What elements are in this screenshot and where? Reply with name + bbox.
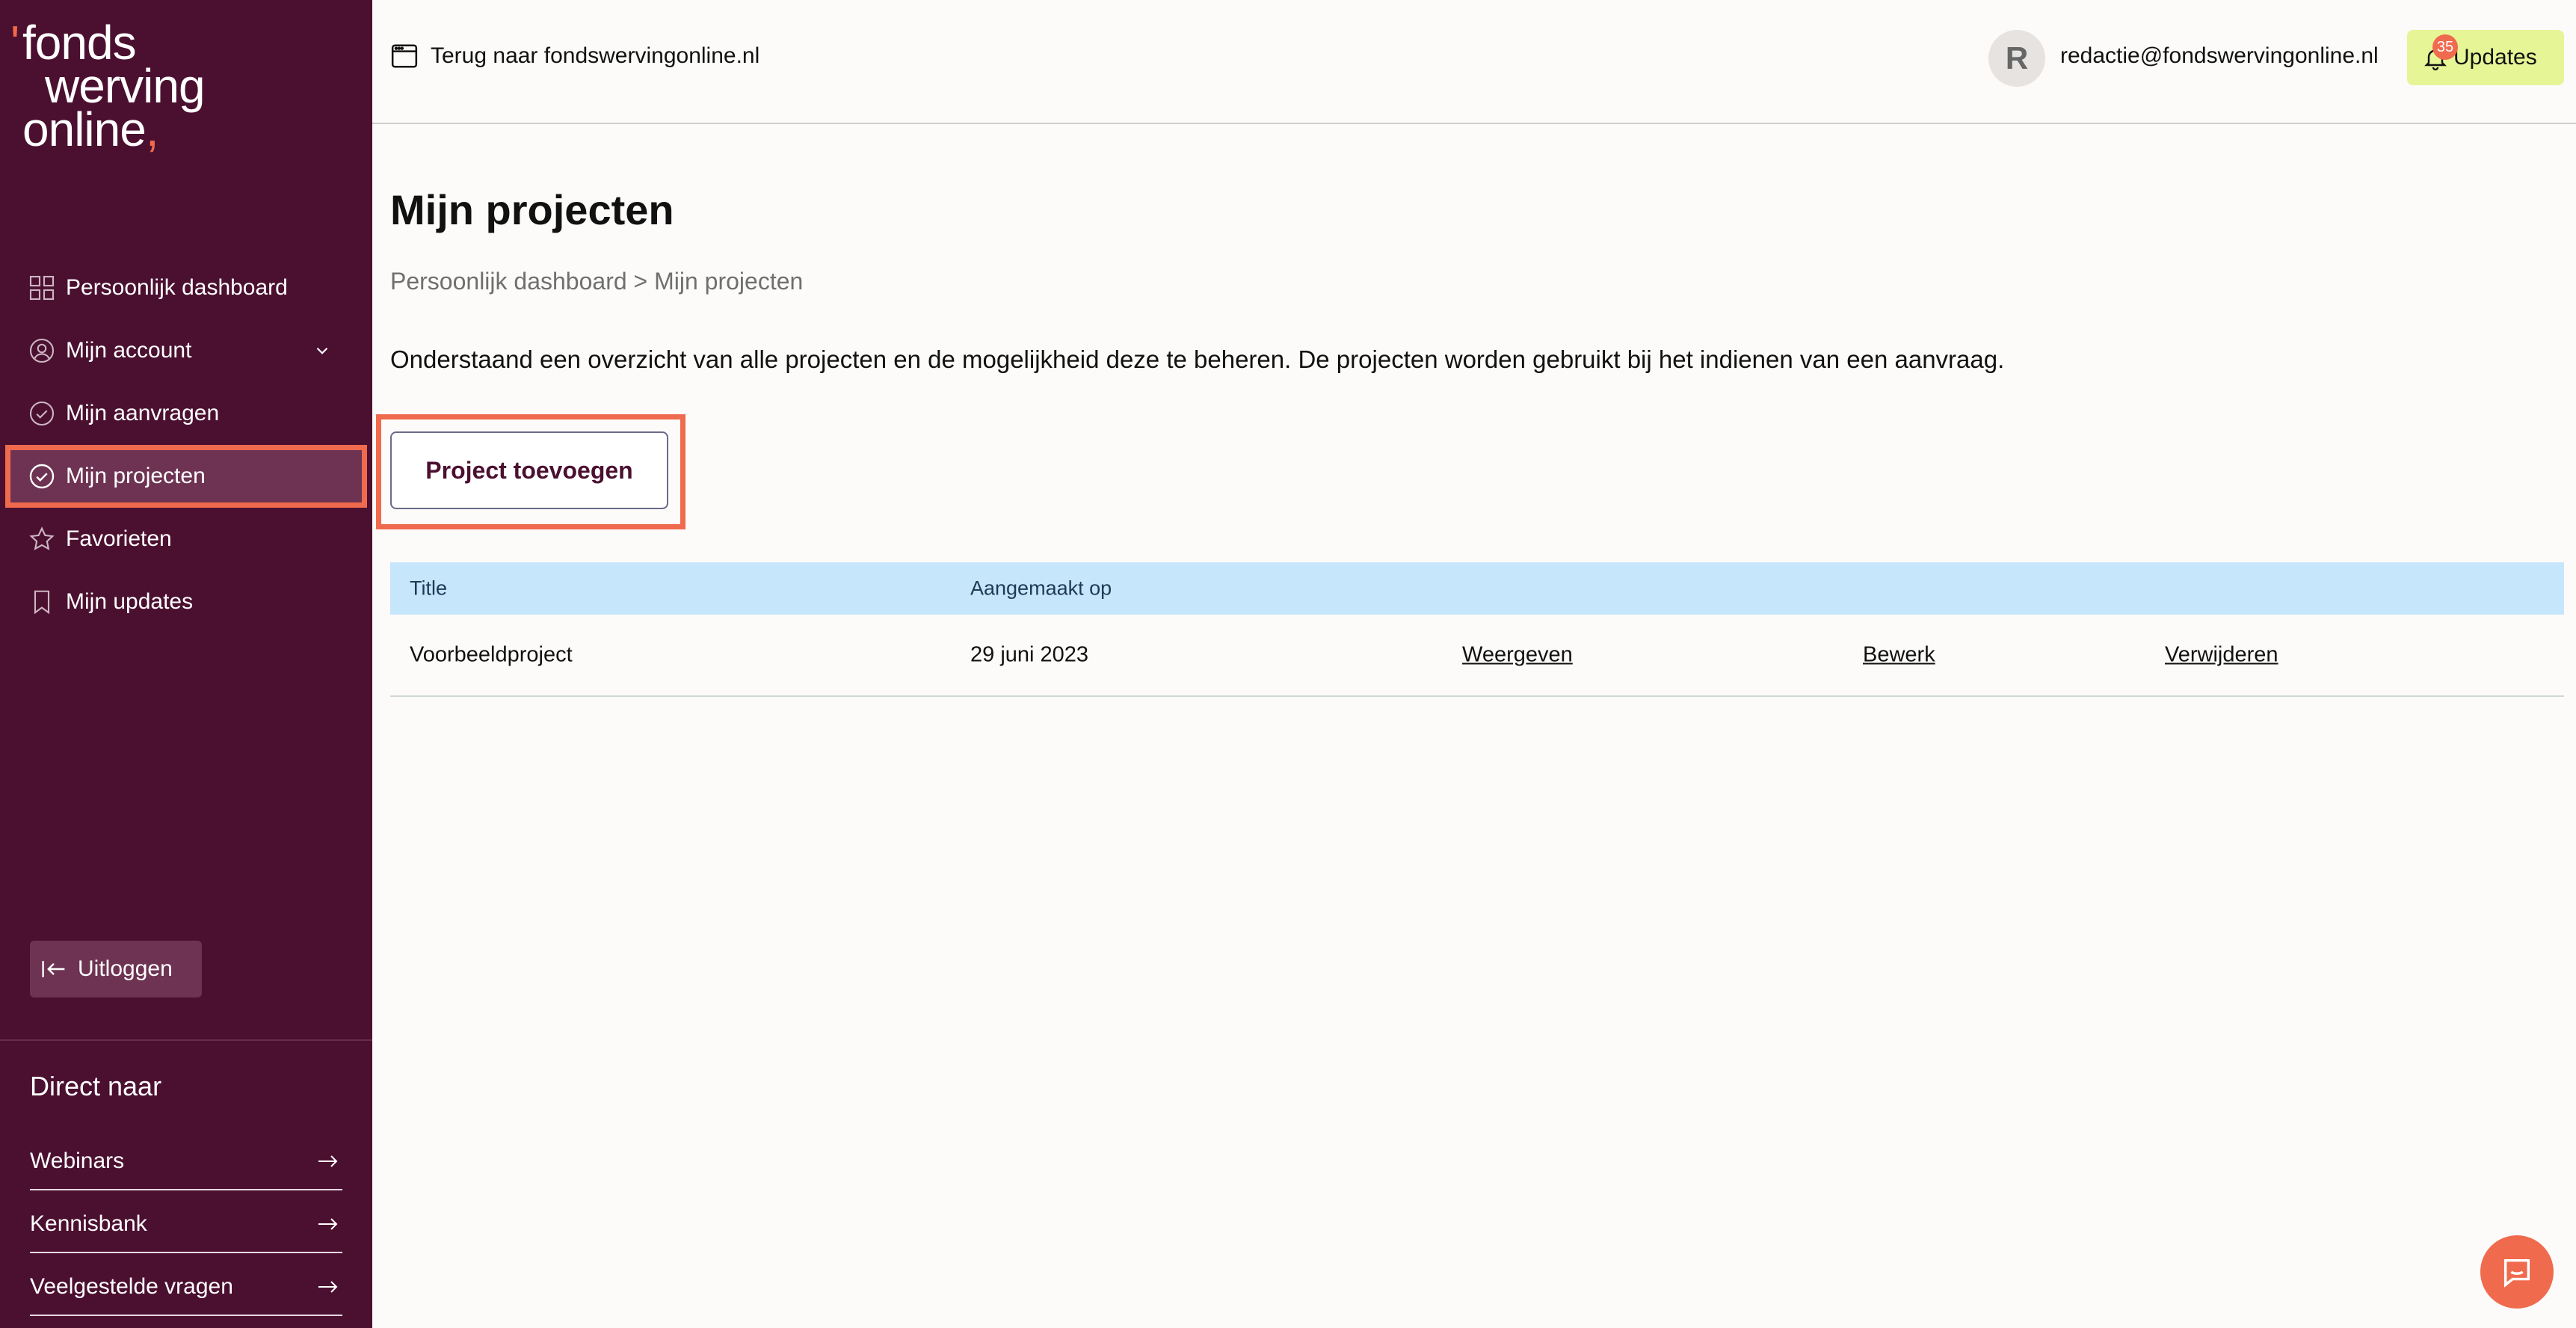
sidebar-item-label: Mijn aanvragen: [66, 401, 220, 425]
back-link[interactable]: Terug naar fondswervingonline.nl: [390, 42, 759, 70]
view-link[interactable]: Weergeven: [1462, 643, 1573, 668]
direct-link-webinars[interactable]: Webinars: [30, 1128, 342, 1190]
arrow-right-icon: [318, 1218, 338, 1230]
sidebar-item-mijn-projecten[interactable]: Mijn projecten: [5, 445, 367, 508]
sidebar-item-label: Persoonlijk dashboard: [66, 275, 288, 300]
direct-link-label: Veelgestelde vragen: [30, 1274, 233, 1299]
brand-logo[interactable]: ' fonds werving online,: [10, 16, 206, 156]
arrow-right-icon: [318, 1155, 338, 1167]
column-header-title: Title: [410, 577, 448, 600]
project-title: Voorbeeldproject: [410, 642, 573, 667]
edit-link[interactable]: Bewerk: [1863, 643, 1935, 668]
direct-link-label: Webinars: [30, 1149, 125, 1173]
projects-table: Title Aangemaakt op Voorbeeldproject 29 …: [390, 562, 2564, 697]
table-header: Title Aangemaakt op: [390, 562, 2564, 615]
sidebar-item-persoonlijk-dashboard[interactable]: Persoonlijk dashboard: [10, 262, 362, 314]
project-date: 29 juni 2023: [970, 642, 1089, 667]
updates-badge: 35: [2432, 34, 2458, 60]
sidebar-divider: [0, 1039, 372, 1041]
sidebar-item-mijn-account[interactable]: Mijn account: [10, 325, 362, 377]
page-title: Mijn projecten: [390, 186, 674, 233]
updates-label: Updates: [2453, 45, 2537, 70]
direct-title: Direct naar: [30, 1071, 162, 1101]
logout-button[interactable]: Uitloggen: [30, 941, 202, 997]
chat-icon: [2503, 1258, 2530, 1288]
sidebar-item-label: Mijn projecten: [66, 464, 206, 488]
updates-button[interactable]: 35 Updates: [2407, 30, 2564, 85]
user-email[interactable]: redactie@fondswervingonline.nl: [2060, 43, 2379, 69]
breadcrumb: Persoonlijk dashboard > Mijn projecten: [390, 268, 804, 295]
chat-button[interactable]: [2480, 1235, 2554, 1309]
check-circle-icon: [28, 463, 55, 490]
arrow-right-icon: [318, 1281, 338, 1293]
delete-link[interactable]: Verwijderen: [2165, 643, 2278, 668]
table-row: Voorbeeldproject 29 juni 2023 Weergeven …: [390, 615, 2564, 697]
browser-window-icon: [391, 44, 418, 68]
sidebar-item-mijn-aanvragen[interactable]: Mijn aanvragen: [10, 387, 362, 440]
back-link-label: Terug naar fondswervingonline.nl: [431, 43, 760, 68]
sidebar-nav: Persoonlijk dashboard Mijn account Mijn …: [5, 262, 367, 639]
direct-link-kennisbank[interactable]: Kennisbank: [30, 1190, 342, 1253]
logo-apostrophe: ': [10, 16, 19, 70]
intro-text: Onderstaand een overzicht van alle proje…: [390, 345, 2005, 373]
sidebar: ' fonds werving online, Persoonlijk dash…: [0, 0, 372, 1328]
logo-line-1: fonds: [22, 16, 137, 70]
column-header-created: Aangemaakt op: [970, 577, 1112, 600]
direct-link-veelgestelde-vragen[interactable]: Veelgestelde vragen: [30, 1253, 342, 1316]
user-circle-icon: [28, 337, 55, 364]
logo-line-2: werving: [45, 59, 206, 113]
add-project-button[interactable]: Project toevoegen: [390, 431, 668, 509]
sidebar-item-favorieten[interactable]: Favorieten: [10, 513, 362, 565]
logout-icon: [42, 961, 65, 977]
topbar: Terug naar fondswervingonline.nl R redac…: [372, 0, 2576, 124]
bookmark-icon: [28, 588, 55, 615]
sidebar-item-label: Favorieten: [66, 526, 172, 551]
avatar[interactable]: R: [1988, 30, 2045, 87]
sidebar-item-mijn-updates[interactable]: Mijn updates: [10, 576, 362, 628]
star-icon: [28, 526, 55, 553]
sidebar-item-label: Mijn updates: [66, 589, 194, 614]
logout-label: Uitloggen: [78, 956, 173, 981]
sidebar-item-label: Mijn account: [66, 338, 192, 363]
grid-icon: [28, 274, 55, 301]
chevron-down-icon[interactable]: [312, 341, 332, 360]
check-circle-icon: [28, 400, 55, 427]
logo-line-3: online,: [22, 102, 159, 156]
direct-links: Webinars Kennisbank Veelgestelde vragen: [30, 1128, 342, 1316]
direct-link-label: Kennisbank: [30, 1211, 147, 1236]
